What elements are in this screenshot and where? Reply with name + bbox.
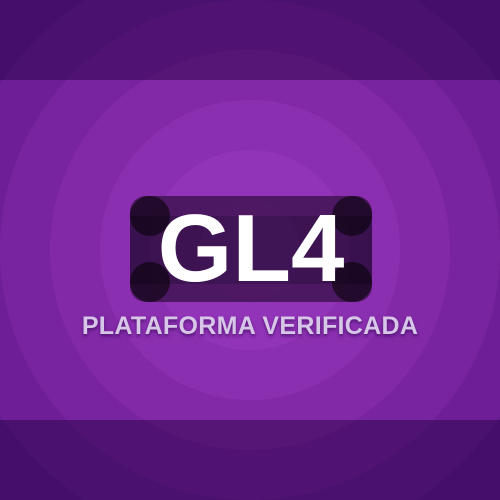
logo-title: GL4 <box>157 195 345 302</box>
top-dark-band <box>0 0 500 80</box>
verified-subtitle: PLATAFORMA VERIFICADA <box>81 312 419 340</box>
bottom-dark-band <box>0 420 500 500</box>
